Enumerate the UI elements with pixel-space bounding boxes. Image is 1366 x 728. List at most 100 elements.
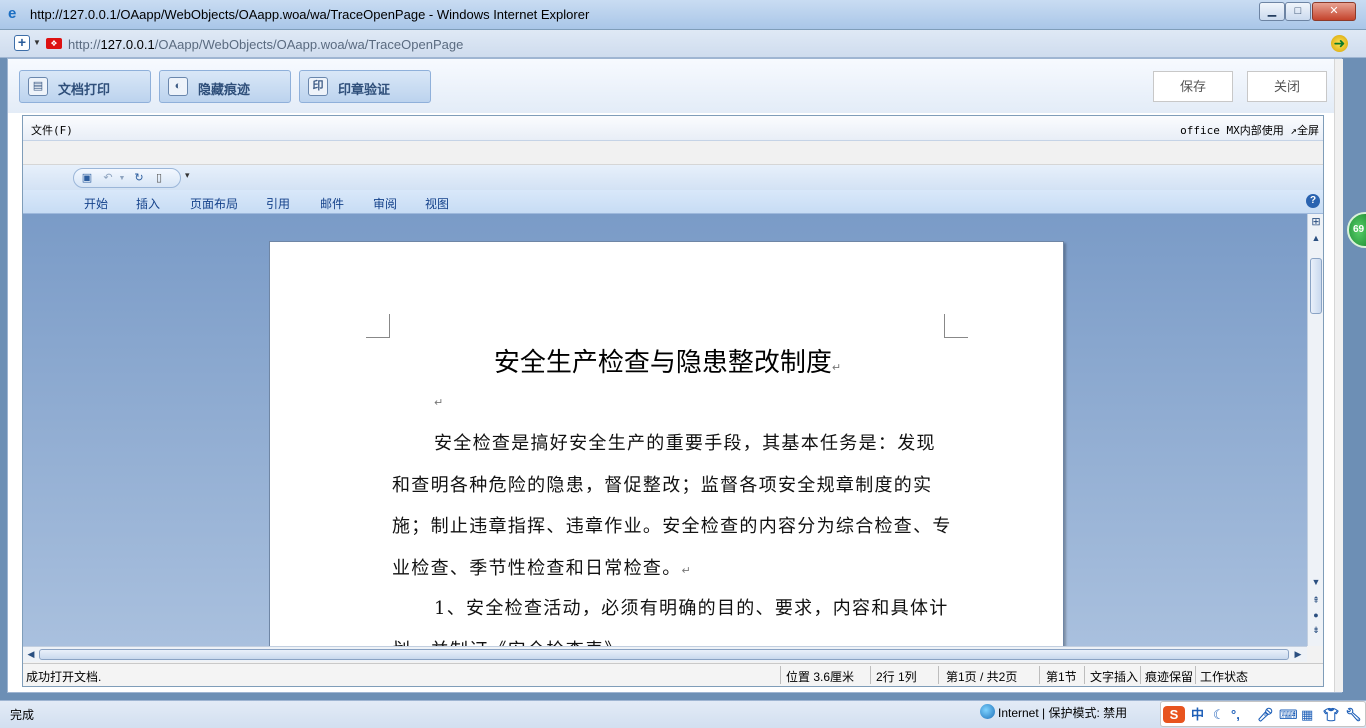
status-divider <box>1140 666 1141 684</box>
tab-review[interactable]: 审阅 <box>373 195 397 212</box>
wrench-icon[interactable]: 🔧︎ <box>1345 706 1362 723</box>
document-canvas: 安全生产检查与隐患整改制度↵ ↵ 安全检查是搞好安全生产的重要手段，其基本任务是… <box>23 214 1307 646</box>
scroll-up-icon[interactable]: ▲ <box>1309 232 1323 245</box>
status-trace-mode: 痕迹保留 <box>1145 670 1194 684</box>
word-status-bar: 成功打开文档. 位置 3.6厘米 2行 1列 第1页 / 共2页 第1节 文字插… <box>23 663 1323 686</box>
office-toolbar-area <box>23 141 1323 165</box>
status-divider <box>938 666 939 684</box>
close-window-button[interactable]: ✕ <box>1312 2 1356 21</box>
url-path: /OAapp/WebObjects/OAapp.woa/wa/TraceOpen… <box>154 37 464 52</box>
sogou-ime-icon[interactable]: S <box>1163 706 1185 723</box>
moon-icon[interactable]: ☾ <box>1213 706 1225 723</box>
status-insert-mode: 文字插入 <box>1090 670 1139 684</box>
close-button[interactable]: 关闭 <box>1247 71 1327 102</box>
security-zone[interactable]: Internet | 保护模式: 禁用 <box>998 704 1127 721</box>
paragraph-mark: ↵ <box>681 563 693 577</box>
url-host: 127.0.0.1 <box>100 37 155 52</box>
web-page: ▤ 文档打印 ◐ 隐藏痕迹 印 印章验证 保存 关闭 文件(F) office … <box>7 58 1343 693</box>
status-section: 第1节 <box>1046 670 1077 684</box>
redo-icon[interactable]: ↻ <box>132 172 146 185</box>
print-document-label: 文档打印 <box>58 82 111 97</box>
document-page[interactable]: 安全生产检查与隐患整改制度↵ ↵ 安全检查是搞好安全生产的重要手段，其基本任务是… <box>269 241 1064 646</box>
printer-icon: ▤ <box>28 77 48 96</box>
quick-access-group: ▣ ↶ ▼ ↻ ▯ <box>73 168 181 188</box>
status-divider <box>870 666 871 684</box>
tab-page-layout[interactable]: 页面布局 <box>190 195 238 212</box>
tab-insert[interactable]: 插入 <box>136 195 160 212</box>
shirt-icon[interactable]: 👕︎ <box>1323 706 1340 723</box>
tab-references[interactable]: 引用 <box>266 195 290 212</box>
previous-page-icon[interactable]: ⇞ <box>1309 594 1323 607</box>
menu-file[interactable]: 文件(F) <box>31 122 73 138</box>
document-title: 安全生产检查与隐患整改制度↵ <box>270 342 1065 379</box>
chevron-down-icon[interactable]: ▼ <box>115 172 129 185</box>
ime-toolbar: S 中 ☾ °, 🎤︎ ⌨ ▦ 👕︎ 🔧︎ <box>1160 701 1366 727</box>
status-divider <box>1195 666 1196 684</box>
keyboard-icon[interactable]: ⌨ <box>1279 706 1298 723</box>
tab-mailings[interactable]: 邮件 <box>320 195 344 212</box>
undo-icon[interactable]: ↶ <box>101 172 115 185</box>
office-menu-bar: 文件(F) office MX内部使用 ↗全屏 <box>23 116 1323 141</box>
status-page: 第1页 / 共2页 <box>946 670 1018 684</box>
url-field[interactable]: http://127.0.0.1/OAapp/WebObjects/OAapp.… <box>68 37 463 52</box>
ruler-toggle-icon[interactable]: ⊞ <box>1309 216 1323 229</box>
verify-seal-button[interactable]: 印 印章验证 <box>299 70 431 103</box>
status-divider <box>780 666 781 684</box>
document-title-text: 安全生产检查与隐患整改制度 <box>493 348 832 378</box>
browse-object-icon[interactable]: ● <box>1309 609 1323 622</box>
paragraph-text: 安全检查是搞好安全生产的重要手段，其基本任务是：发现和查明各种危险的隐患，督促整… <box>392 433 952 579</box>
browser-status-bar: 完成 Internet | 保护模式: 禁用 S 中 ☾ °, 🎤︎ ⌨ ▦ 👕… <box>0 700 1366 728</box>
page-vertical-scrollbar[interactable] <box>1334 59 1343 692</box>
microphone-icon[interactable]: 🎤︎ <box>1257 706 1274 723</box>
seal-icon: 印 <box>308 77 328 96</box>
customize-toolbar-icon[interactable]: ▾ <box>185 170 190 181</box>
window-title: http://127.0.0.1/OAapp/WebObjects/OAapp.… <box>30 7 590 22</box>
globe-icon <box>980 704 995 719</box>
status-divider <box>1039 666 1040 684</box>
quick-access-toolbar: ▣ ↶ ▼ ↻ ▯ ▾ <box>23 165 1323 190</box>
new-tab-icon[interactable]: + <box>14 35 30 51</box>
tab-view[interactable]: 视图 <box>425 195 449 212</box>
scroll-down-icon[interactable]: ▼ <box>1309 576 1323 589</box>
status-work-state: 工作状态 <box>1200 670 1249 684</box>
print-document-button[interactable]: ▤ 文档打印 <box>19 70 151 103</box>
paragraph-mark: ↵ <box>831 361 842 374</box>
status-message: 成功打开文档. <box>26 670 102 684</box>
url-prefix: http:// <box>68 37 101 52</box>
status-position: 位置 3.6厘米 <box>786 670 855 684</box>
scrollbar-thumb[interactable] <box>39 649 1289 660</box>
fullscreen-link[interactable]: office MX内部使用 ↗全屏 <box>1180 122 1319 138</box>
tab-home[interactable]: 开始 <box>84 195 108 212</box>
maximize-button[interactable]: □ <box>1285 2 1311 21</box>
document-horizontal-scrollbar[interactable]: ◀ ▶ <box>23 646 1307 662</box>
help-icon[interactable]: ? <box>1306 194 1320 208</box>
verify-seal-label: 印章验证 <box>338 82 391 97</box>
margin-mark-left <box>366 314 390 338</box>
scroll-left-icon[interactable]: ◀ <box>24 648 38 661</box>
document-toolbar: ▤ 文档打印 ◐ 隐藏痕迹 印 印章验证 保存 关闭 <box>8 59 1341 113</box>
new-document-icon[interactable]: ▯ <box>152 172 166 185</box>
ribbon-tabs: 开始 插入 页面布局 引用 邮件 审阅 视图 ? <box>23 190 1323 214</box>
hide-traces-button[interactable]: ◐ 隐藏痕迹 <box>159 70 291 103</box>
side-widget-badge[interactable]: 69 <box>1347 212 1366 248</box>
margin-mark-right <box>944 314 968 338</box>
status-divider <box>1084 666 1085 684</box>
internet-explorer-icon: e <box>8 5 17 22</box>
window-title-bar: e http://127.0.0.1/OAapp/WebObjects/OAap… <box>0 0 1366 30</box>
document-paragraph: 安全检查是搞好安全生产的重要手段，其基本任务是：发现和查明各种危险的隐患，督促整… <box>392 423 952 591</box>
scrollbar-thumb[interactable] <box>1310 258 1322 314</box>
address-bar: + ▼ ❖ http://127.0.0.1/OAapp/WebObjects/… <box>0 30 1366 58</box>
save-button[interactable]: 保存 <box>1153 71 1233 102</box>
ime-chinese-mode[interactable]: 中 <box>1191 706 1204 723</box>
paragraph-mark: ↵ <box>434 396 444 409</box>
save-icon[interactable]: ▣ <box>80 172 94 185</box>
document-vertical-scrollbar[interactable]: ⊞ ▲ ▼ ⇞ ● ⇟ <box>1307 214 1323 646</box>
chevron-down-icon[interactable]: ▼ <box>33 38 41 47</box>
compatibility-icon[interactable]: ➜ <box>1331 35 1348 52</box>
minimize-button[interactable]: ▁ <box>1259 2 1285 21</box>
skin-icon[interactable]: ▦ <box>1301 706 1313 723</box>
scroll-right-icon[interactable]: ▶ <box>1291 648 1305 661</box>
punctuation-icon[interactable]: °, <box>1231 706 1240 723</box>
next-page-icon[interactable]: ⇟ <box>1309 624 1323 637</box>
site-icon: ❖ <box>46 38 62 49</box>
